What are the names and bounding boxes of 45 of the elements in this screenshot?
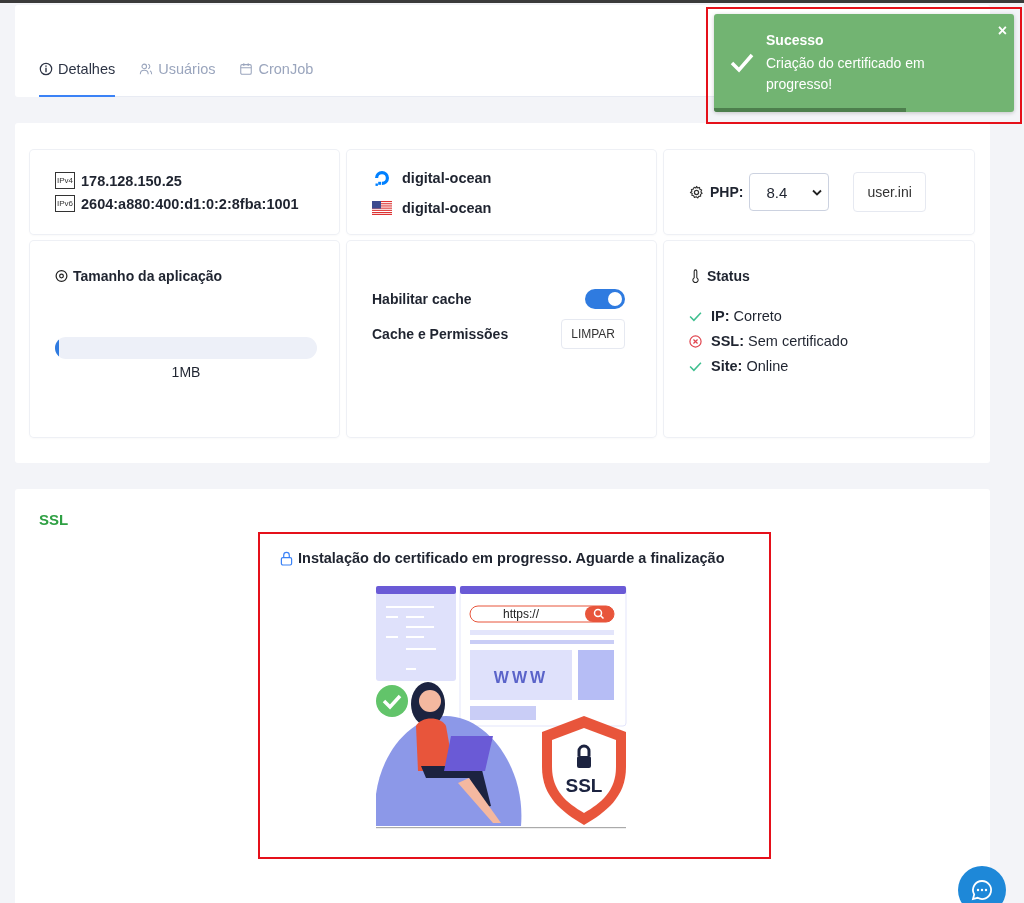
thermometer-icon — [689, 269, 702, 283]
error-icon — [689, 334, 702, 348]
ip-version-label: IPv6 — [55, 195, 75, 212]
search-icon — [593, 608, 605, 620]
status-text: Site: Online — [711, 358, 789, 374]
ip-address: 178.128.150.25 — [81, 172, 182, 189]
flag-icon — [372, 201, 392, 215]
status-text: SSL: Sem certificado — [711, 333, 848, 349]
ip-version-label: IPv4 — [55, 172, 75, 189]
chat-icon — [970, 878, 994, 902]
settings-icon — [689, 184, 704, 200]
provider-name: digital-ocean — [402, 200, 492, 216]
php-version-select[interactable]: 8.4 — [749, 173, 830, 211]
calendar-icon — [239, 62, 254, 76]
clear-button[interactable]: LIMPAR — [561, 319, 625, 349]
users-icon — [139, 62, 154, 76]
ip-address: 2604:a880:400:d1:0:2:8fba:1001 — [81, 195, 299, 212]
check-icon — [730, 53, 754, 73]
card-title: Status — [707, 268, 750, 284]
cache-toggle[interactable] — [585, 289, 625, 309]
ssl-text: SSL — [565, 775, 603, 796]
php-label: PHP: — [710, 184, 744, 200]
status-text: IP: Correto — [711, 308, 782, 324]
check-icon — [689, 309, 702, 323]
chevron-down-icon — [812, 188, 823, 196]
section-title: SSL — [39, 511, 70, 528]
progress-message: Instalação do certificado em progresso. Aguarde a finalização — [298, 550, 725, 566]
lock-icon — [280, 550, 293, 566]
chat-button[interactable] — [958, 866, 1006, 903]
disc-icon — [55, 269, 68, 283]
user-ini-button[interactable]: user.ini — [853, 172, 926, 212]
cache-toggle-label: Habilitar cache — [372, 291, 472, 307]
check-badge-icon — [376, 685, 408, 717]
card-title: Tamanho da aplicação — [73, 268, 223, 284]
check-icon — [689, 359, 702, 373]
toast-title: Sucesso — [766, 31, 825, 48]
info-icon — [39, 62, 53, 76]
url-text: https:// — [503, 607, 539, 621]
size-value: 1MB — [170, 364, 202, 380]
cache-clear-label: Cache e Permissões — [372, 326, 509, 342]
www-text: WWW — [493, 669, 549, 686]
provider-name: digital-ocean — [402, 170, 492, 186]
cloud-logo-icon — [372, 168, 392, 188]
toast-message: Criação do certificado em progresso! — [766, 53, 926, 94]
tab[interactable]: Detalhes — [39, 61, 116, 97]
